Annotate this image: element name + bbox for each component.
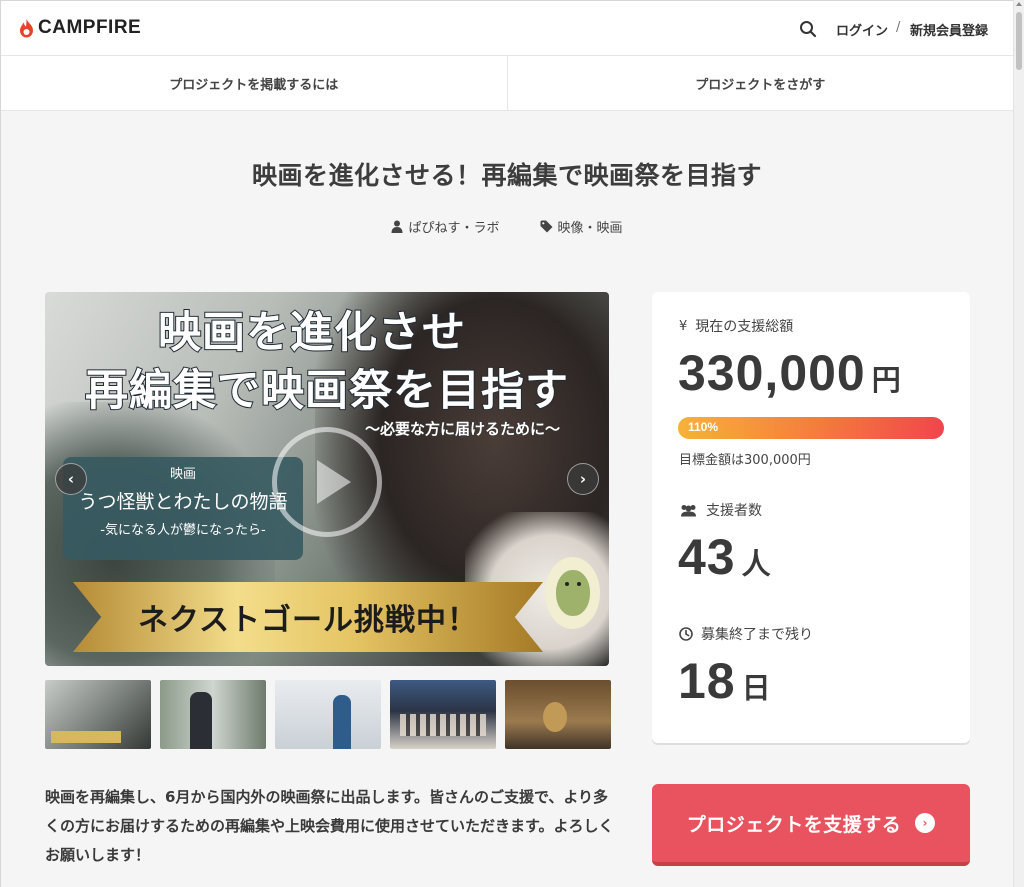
- scrollbar-thumb[interactable]: [1016, 12, 1022, 70]
- backers-label-text: 支援者数: [706, 503, 762, 519]
- remaining-label: 募集終了まで残り: [679, 624, 813, 644]
- search-icon[interactable]: [799, 20, 817, 42]
- backers-count-unit: 人: [741, 549, 771, 581]
- project-category-name: 映像・映画: [557, 221, 623, 236]
- next-goal-banner: ネクストゴール挑戦中！: [73, 582, 543, 652]
- support-project-button[interactable]: プロジェクトを支援する ›: [652, 784, 970, 866]
- movie-info-title: うつ怪獣とわたしの物語: [78, 491, 288, 513]
- thumbnail-5[interactable]: [505, 680, 611, 749]
- users-icon: [681, 504, 696, 516]
- project-owner-name: ぱぴねす・ラボ: [408, 221, 500, 236]
- play-icon[interactable]: [272, 427, 382, 537]
- total-amount-value: 330,000: [678, 345, 866, 401]
- total-amount: 330,000 円: [678, 344, 901, 402]
- site-header: CAMPFIRE ログイン / 新規会員登録: [1, 1, 1013, 56]
- logo-text: CAMPFIRE: [38, 17, 142, 38]
- nav-bar: プロジェクトを掲載するには プロジェクトをさがす: [1, 56, 1013, 111]
- login-link[interactable]: ログイン: [836, 20, 888, 39]
- funding-progress-label: 110%: [688, 420, 719, 434]
- user-icon: [391, 220, 403, 233]
- project-main-image[interactable]: 映画を進化させ 再編集で映画祭を目指す 〜必要な方に届けるために〜 映画 うつ怪…: [45, 292, 609, 666]
- clock-icon: [679, 627, 693, 641]
- remaining-days: 18 日: [678, 652, 771, 710]
- campfire-logo[interactable]: CAMPFIRE: [19, 17, 141, 39]
- browser-viewport: CAMPFIRE ログイン / 新規会員登録 プロジェクトを掲載するには プロジ…: [0, 0, 1013, 887]
- tab-find-project[interactable]: プロジェクトをさがす: [508, 56, 1014, 110]
- tab-post-project[interactable]: プロジェクトを掲載するには: [1, 56, 508, 110]
- project-description: 映画を再編集し、6月から国内外の映画祭に出品します。皆さんのご支援で、より多くの…: [45, 788, 614, 864]
- vertical-scrollbar[interactable]: [1013, 0, 1024, 887]
- thumbnail-2[interactable]: [160, 680, 266, 749]
- thumbnail-strip: [45, 680, 611, 749]
- total-amount-label: ¥ 現在の支援総額: [679, 316, 793, 336]
- remaining-days-value: 18: [678, 653, 736, 709]
- backers-label: 支援者数: [679, 500, 762, 520]
- yen-icon: ¥: [679, 318, 688, 334]
- project-title: 映画を進化させる！再編集で映画祭を目指す: [251, 161, 762, 190]
- media-headline-2: 再編集で映画祭を目指す: [84, 365, 569, 417]
- thumbnail-3[interactable]: [275, 680, 381, 749]
- backers-count: 43 人: [678, 528, 771, 586]
- remaining-label-text: 募集終了まで残り: [701, 627, 813, 643]
- project-owner[interactable]: ぱぴねす・ラボ: [391, 217, 500, 236]
- thumbnail-1[interactable]: [45, 680, 151, 749]
- total-amount-unit: 円: [871, 365, 901, 397]
- flame-icon: [20, 18, 33, 37]
- chevron-right-icon: ›: [915, 813, 936, 833]
- movie-info-label: 映画: [169, 467, 196, 482]
- tag-icon: [540, 220, 552, 233]
- remaining-days-unit: 日: [741, 673, 771, 705]
- goal-amount: 目標金額は300,000円: [679, 453, 811, 468]
- movie-info-subtitle: -気になる人が鬱になったら-: [100, 523, 266, 538]
- mascot-illustration: [545, 557, 600, 629]
- next-slide-button[interactable]: ›: [567, 463, 599, 495]
- media-headline-1: 映画を進化させ: [157, 307, 466, 359]
- project-category[interactable]: 映像・映画: [540, 217, 623, 236]
- total-amount-label-text: 現在の支援総額: [695, 319, 794, 335]
- movie-info-box: 映画 うつ怪獣とわたしの物語 -気になる人が鬱になったら-: [63, 457, 303, 560]
- funding-stats-card: ¥ 現在の支援総額 330,000 円 110% 目標金額は300,000円 支援…: [652, 292, 970, 743]
- register-link[interactable]: 新規会員登録: [910, 20, 988, 39]
- project-meta: ぱぴねす・ラボ 映像・映画: [1, 217, 1013, 236]
- scroll-up-icon[interactable]: [1016, 2, 1022, 6]
- support-project-label: プロジェクトを支援する: [686, 813, 902, 836]
- backers-count-value: 43: [678, 529, 736, 585]
- prev-slide-button[interactable]: ‹: [55, 463, 87, 495]
- header-separator: /: [896, 20, 901, 35]
- next-goal-text: ネクストゴール挑戦中！: [137, 603, 479, 638]
- media-subline: 〜必要な方に届けるために〜: [364, 420, 561, 439]
- thumbnail-4[interactable]: [390, 680, 496, 749]
- funding-progress-bar: 110%: [678, 417, 944, 439]
